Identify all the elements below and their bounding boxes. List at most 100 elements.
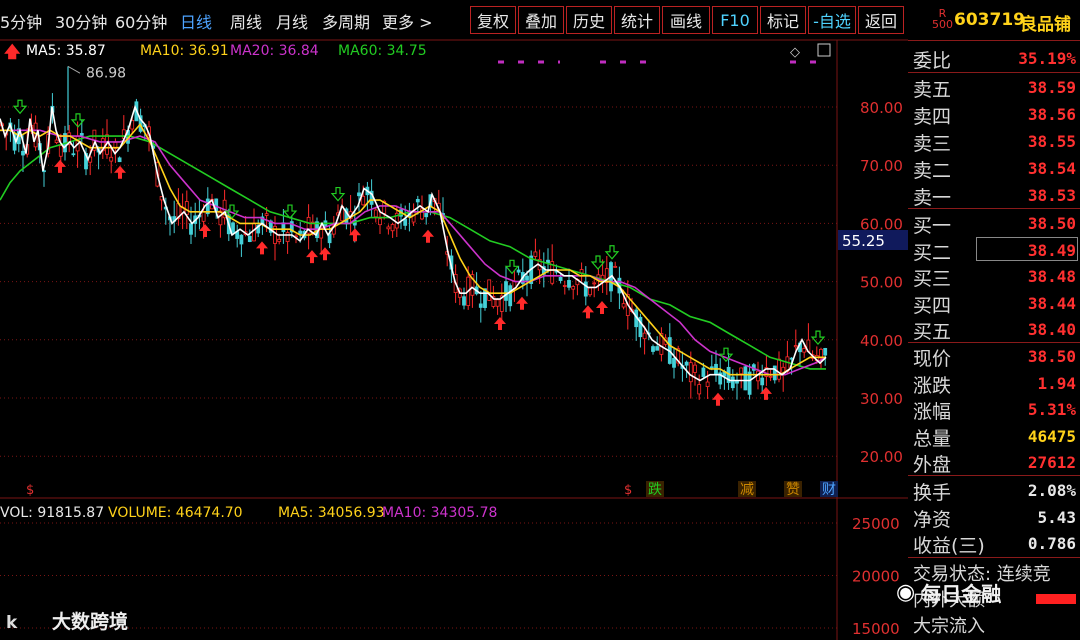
stat-row-2: 涨幅 5.31%: [908, 395, 1080, 423]
volume-legend-1: VOLUME: 46474.70: [108, 505, 243, 521]
ask-row-1-label: 卖四: [913, 106, 952, 128]
period-tab-4[interactable]: 周线: [230, 9, 262, 33]
buy-arrow-icon-1: [114, 165, 126, 179]
candle-body-135: [567, 280, 571, 288]
maximize-icon[interactable]: [817, 43, 831, 57]
bid-row-1: 买二 38.49: [908, 236, 1080, 264]
buy-arrow-icon-11: [596, 301, 608, 315]
candle-body-68: [285, 232, 290, 242]
stat-row-1: 涨跌 1.94: [908, 369, 1080, 397]
weibi-row-value: 35.19%: [1018, 49, 1076, 68]
candle-body-174: [730, 376, 735, 389]
candle-body-166: [697, 384, 702, 395]
ask-row-3-value: 38.54: [1027, 159, 1076, 178]
stat2-row-0: 换手 2.08%: [908, 476, 1080, 504]
stat2-row-2-label: 收益(三): [913, 535, 985, 557]
toolbar-button-1[interactable]: 叠加: [518, 6, 564, 34]
candle-body-71: [298, 230, 303, 234]
candle-body-101: [424, 213, 429, 218]
toolbar-button-5[interactable]: F10: [712, 6, 758, 34]
event-label-2[interactable]: 跌: [648, 482, 662, 498]
stat-row-0-label: 现价: [913, 348, 952, 370]
toolbar-button-0[interactable]: 复权: [470, 6, 516, 34]
ma-legend-ma20: MA20: 36.84: [230, 43, 319, 59]
candle-body-116: [487, 279, 492, 301]
candle-body-121: [508, 285, 513, 307]
period-toolbar: 5分钟 30分钟 60分钟 日线 周线 月线 多周期 更多 > 复权 叠加 历史 统计 画线 F10 标记 -…: [0, 0, 908, 40]
candle-body-89: [373, 209, 378, 218]
candle-body-196: [823, 348, 828, 356]
candle-body-57: [239, 234, 244, 245]
bid-row-2: 买三 38.48: [908, 262, 1080, 290]
candle-body-146: [613, 265, 618, 268]
event-label-1[interactable]: $: [624, 483, 632, 498]
toolbar-button-6[interactable]: 标记: [760, 6, 806, 34]
price-tick-2: 40.00: [860, 332, 903, 350]
event-label-3[interactable]: 减: [740, 482, 754, 498]
toolbar-button-7[interactable]: -自选: [808, 6, 856, 34]
diamond-icon[interactable]: ◇: [790, 45, 800, 60]
price-tick-6: 80.00: [860, 99, 903, 117]
candle-body-169: [709, 366, 714, 369]
period-tab-7[interactable]: 更多 >: [382, 9, 433, 33]
stat-row-0-value: 38.50: [1027, 347, 1076, 366]
weibi-row-label: 委比: [913, 50, 952, 72]
ask-row-4-value: 38.53: [1027, 186, 1076, 205]
event-label-0[interactable]: $: [26, 483, 34, 498]
high-marker-leader: [67, 65, 81, 74]
price-tick-1: 30.00: [860, 390, 903, 408]
period-tab-5[interactable]: 月线: [276, 9, 308, 33]
candle-body-141: [592, 282, 597, 285]
candle-body-5: [21, 150, 25, 156]
candle-body-156: [655, 346, 660, 351]
kline-chart[interactable]: 20.0030.0040.0050.0060.0070.0080.0055.25…: [0, 0, 908, 640]
candle-body-44: [184, 201, 189, 215]
sell-arrow-icon-9: [810, 330, 826, 346]
toolbar-button-3[interactable]: 统计: [614, 6, 660, 34]
stat-row-4-value: 27612: [1027, 453, 1076, 472]
ask-row-1-value: 38.56: [1027, 105, 1076, 124]
watermark-logo-icon: k: [6, 613, 18, 633]
period-tab-0[interactable]: 5分钟: [0, 9, 42, 33]
ask-row-1: 卖四 38.56: [908, 100, 1080, 128]
volume-legend-2: MA5: 34056.93: [278, 505, 385, 521]
bid-row-0-label: 买一: [913, 215, 952, 237]
stat-row-2-label: 涨幅: [913, 401, 952, 423]
buy-arrow-icon-10: [582, 305, 594, 319]
buy-arrow-icon-4: [306, 250, 318, 264]
stat2-row-0-value: 2.08%: [1027, 481, 1076, 500]
candle-body-177: [743, 366, 748, 391]
period-tab-3[interactable]: 日线: [180, 9, 212, 33]
event-label-4[interactable]: 赞: [786, 482, 800, 498]
candle-body-17: [71, 153, 76, 156]
quote-panel: R 500 603719 良品铺 委比 35.19% 卖五 38.59 卖四 38.56 卖三 38.…: [908, 0, 1080, 640]
buy-arrow-icon-12: [712, 392, 724, 406]
candle-body-191: [802, 348, 807, 353]
panel-bottom-2: 大宗流入: [913, 616, 985, 637]
stat2-row-1: 净资 5.43: [908, 503, 1080, 531]
watermark-right: ◉ 每日金融: [896, 578, 1001, 607]
bid-row-1-label: 买二: [913, 241, 952, 264]
stat-row-3-label: 总量: [913, 427, 952, 450]
watermark-left: 大数跨境: [52, 610, 128, 633]
bid-row-3-label: 买四: [913, 294, 952, 317]
candle-body-90: [378, 218, 382, 226]
toolbar-button-8[interactable]: 返回: [858, 6, 904, 34]
candle-body-114: [478, 303, 483, 308]
weibi-row: 委比 35.19%: [908, 44, 1080, 72]
candle-body-125: [525, 275, 529, 281]
event-label-5[interactable]: 财: [822, 482, 836, 498]
ask-row-4: 卖一 38.53: [908, 181, 1080, 209]
period-tab-2[interactable]: 60分钟: [115, 9, 167, 33]
toolbar-button-2[interactable]: 历史: [566, 6, 612, 34]
stat2-row-0-label: 换手: [913, 482, 952, 504]
ma-legend-ma60: MA60: 34.75: [338, 43, 427, 59]
candle-body-123: [516, 269, 521, 273]
period-tab-6[interactable]: 多周期: [322, 9, 370, 33]
candle-body-19: [79, 133, 84, 136]
candle-body-168: [705, 381, 710, 387]
toolbar-button-4[interactable]: 画线: [662, 6, 710, 34]
r500-badge-line-1: 500: [932, 18, 953, 31]
period-tab-1[interactable]: 30分钟: [55, 9, 107, 33]
line-ma5: [0, 104, 827, 382]
